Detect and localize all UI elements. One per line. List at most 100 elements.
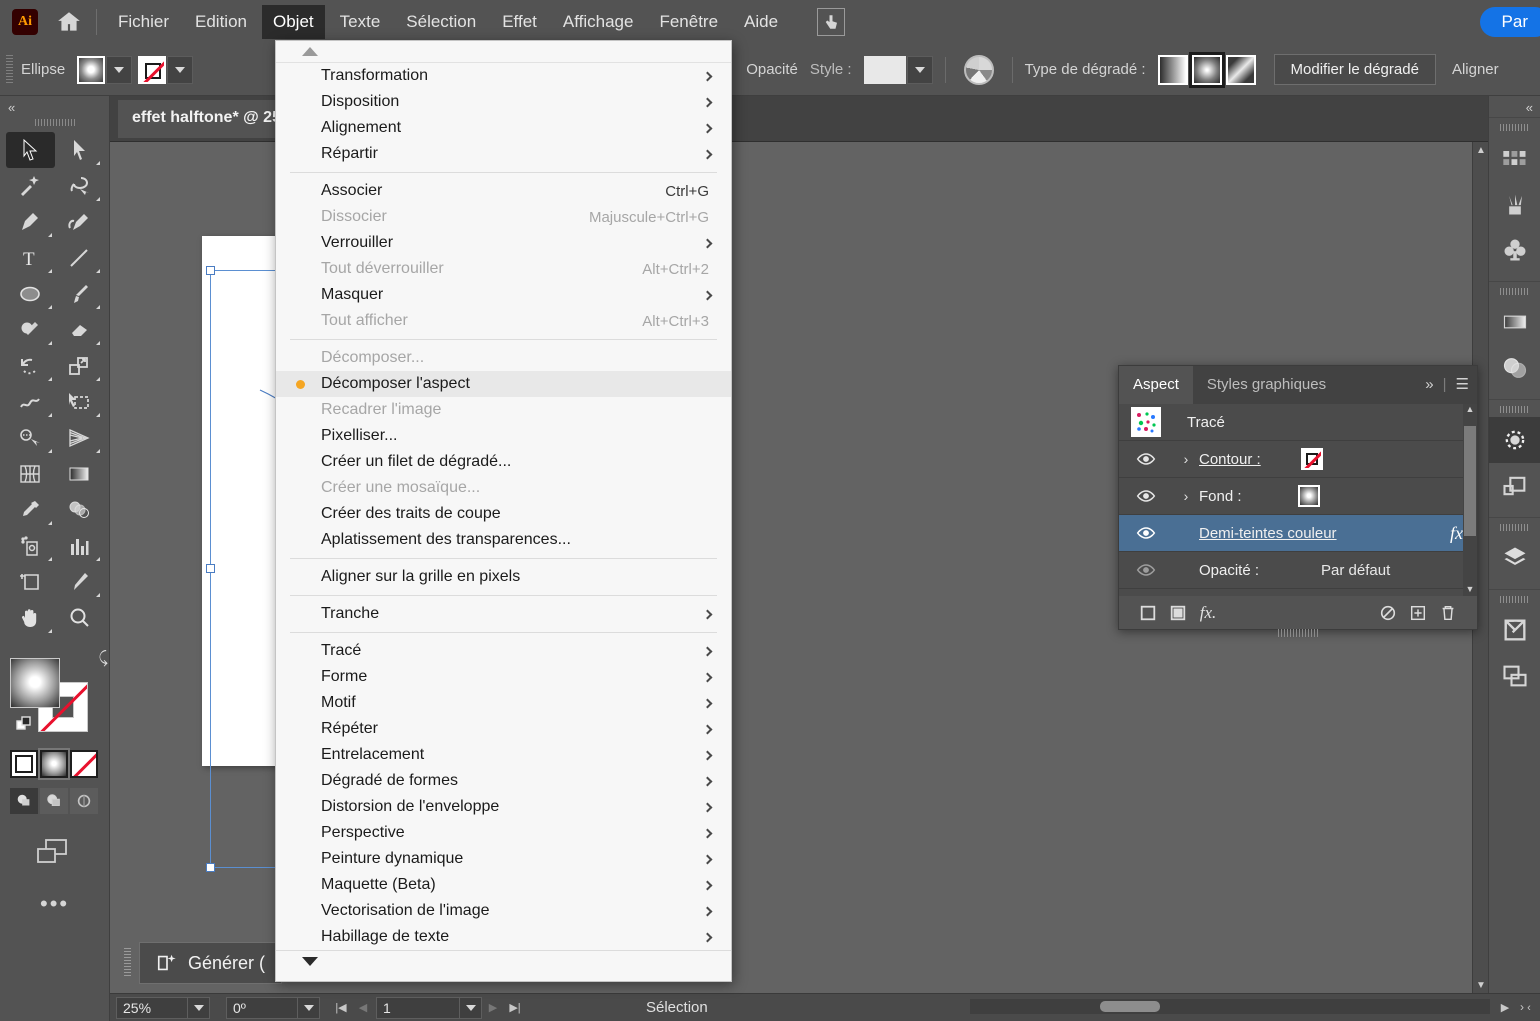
eraser-tool-icon[interactable]: [55, 312, 104, 348]
rotation-dropdown-button[interactable]: [298, 996, 320, 1019]
menu-item-vectorisation-de-l-image[interactable]: Vectorisation de l'image: [276, 898, 731, 924]
none-mode-button[interactable]: [70, 750, 98, 778]
generate-button[interactable]: Générer (: [139, 942, 283, 984]
control-bar-grip[interactable]: [6, 54, 13, 85]
stroke-row-swatch[interactable]: [1289, 444, 1335, 474]
menu-item-habillage-de-texte[interactable]: Habillage de texte: [276, 924, 731, 950]
fill-row[interactable]: › Fond :: [1119, 478, 1477, 515]
shaper-tool-icon[interactable]: [6, 312, 55, 348]
appearance-scrollbar[interactable]: ▲ ▼: [1463, 404, 1477, 596]
tab-styles-graphiques[interactable]: Styles graphiques: [1193, 366, 1340, 404]
add-new-effect-button[interactable]: fx.: [1193, 599, 1223, 627]
artboard-number-field[interactable]: 1: [376, 996, 460, 1019]
stroke-dropdown-button[interactable]: [167, 55, 194, 84]
pathfinder-panel-icon[interactable]: [1489, 463, 1540, 509]
lasso-tool-icon[interactable]: [55, 168, 104, 204]
stroke-row-label[interactable]: Contour :: [1199, 451, 1261, 468]
fill-visibility-icon[interactable]: [1119, 486, 1173, 506]
menu-effet[interactable]: Effet: [491, 5, 548, 39]
blend-tool-icon[interactable]: [55, 492, 104, 528]
menu-item-d-composer-l-aspect[interactable]: Décomposer l'aspect: [276, 371, 731, 397]
dock-group-5-grip[interactable]: [1499, 596, 1530, 603]
generate-toolbar-grip[interactable]: [124, 948, 131, 978]
menu-selection[interactable]: Sélection: [395, 5, 487, 39]
artboard-dropdown-button[interactable]: [460, 996, 482, 1019]
shape-builder-tool-icon[interactable]: [6, 420, 55, 456]
panel-menu-icon[interactable]: ☰: [1456, 375, 1469, 393]
brushes-panel-icon[interactable]: [1489, 181, 1540, 227]
fill-disclosure-icon[interactable]: ›: [1173, 488, 1199, 504]
draw-inside-button[interactable]: [70, 788, 98, 814]
draw-normal-button[interactable]: [10, 788, 38, 814]
gradient-panel-icon[interactable]: [1489, 299, 1540, 345]
status-text[interactable]: Sélection: [646, 999, 708, 1016]
scroll-down-icon[interactable]: ▼: [1473, 977, 1488, 993]
draw-behind-button[interactable]: [40, 788, 68, 814]
document-tab[interactable]: effet halftone* @ 25: [118, 100, 299, 138]
share-button[interactable]: Par: [1479, 7, 1540, 37]
menu-objet[interactable]: Objet: [262, 5, 325, 39]
perspective-grid-tool-icon[interactable]: [55, 420, 104, 456]
scroll-right-icon[interactable]: ›: [1520, 1000, 1524, 1014]
menu-item-r-p-ter[interactable]: Répéter: [276, 716, 731, 742]
opacity-visibility-icon[interactable]: [1119, 560, 1173, 580]
stroke-disclosure-icon[interactable]: ›: [1173, 451, 1199, 467]
menu-item-motif[interactable]: Motif: [276, 690, 731, 716]
dock-group-2-grip[interactable]: [1499, 288, 1530, 295]
dock-group-1-grip[interactable]: [1499, 124, 1530, 131]
freeform-gradient-button[interactable]: [1225, 54, 1256, 85]
last-artboard-icon[interactable]: ▶|: [504, 997, 526, 1019]
opacity-row-label[interactable]: Opacité :: [1199, 562, 1259, 579]
swatches-panel-icon[interactable]: [1489, 135, 1540, 181]
dock-group-3-grip[interactable]: [1499, 406, 1530, 413]
rotate-tool-icon[interactable]: [6, 348, 55, 384]
radial-gradient-button[interactable]: [1188, 51, 1225, 88]
stroke-row[interactable]: › Contour :: [1119, 441, 1477, 478]
curvature-tool-icon[interactable]: [55, 204, 104, 240]
line-segment-tool-icon[interactable]: [55, 240, 104, 276]
menu-item-aligner-sur-la-grille-en-pixels[interactable]: Aligner sur la grille en pixels: [276, 564, 731, 590]
artboard-tool-icon[interactable]: [6, 564, 55, 600]
mesh-tool-icon[interactable]: [6, 456, 55, 492]
appearance-panel-resize-grip[interactable]: [1278, 629, 1318, 637]
gradient-tool-icon[interactable]: [55, 456, 104, 492]
menu-fichier[interactable]: Fichier: [107, 5, 180, 39]
add-new-stroke-button[interactable]: [1133, 599, 1163, 627]
menu-item-alignement[interactable]: Alignement: [276, 115, 731, 141]
menu-item-cr-er-des-traits-de-coupe[interactable]: Créer des traits de coupe: [276, 501, 731, 527]
selection-tool-icon[interactable]: [6, 132, 55, 168]
tab-aspect[interactable]: Aspect: [1119, 366, 1193, 404]
magic-wand-tool-icon[interactable]: [6, 168, 55, 204]
menu-item-verrouiller[interactable]: Verrouiller: [276, 230, 731, 256]
horizontal-scroll-thumb[interactable]: [1100, 1001, 1160, 1012]
scroll-up-icon[interactable]: ▲: [1473, 142, 1488, 158]
opacity-row[interactable]: Opacité : Par défaut: [1119, 552, 1477, 589]
menu-item-distorsion-de-l-enveloppe[interactable]: Distorsion de l'enveloppe: [276, 794, 731, 820]
stroke-swatch[interactable]: [138, 55, 167, 84]
gradient-mode-button[interactable]: [38, 748, 70, 780]
zoom-dropdown-button[interactable]: [188, 996, 210, 1019]
add-new-fill-button[interactable]: [1163, 599, 1193, 627]
rotation-field[interactable]: 0º: [226, 996, 298, 1019]
fill-swatch-control[interactable]: [77, 55, 133, 84]
direct-selection-tool-icon[interactable]: [55, 132, 104, 168]
collapse-dock-button[interactable]: «: [1489, 96, 1540, 117]
menu-item-entrelacement[interactable]: Entrelacement: [276, 742, 731, 768]
menu-item-forme[interactable]: Forme: [276, 664, 731, 690]
first-artboard-icon[interactable]: |◀: [330, 997, 352, 1019]
slice-tool-icon[interactable]: [55, 564, 104, 600]
menu-affichage[interactable]: Affichage: [552, 5, 645, 39]
menu-aide[interactable]: Aide: [733, 5, 789, 39]
column-graph-tool-icon[interactable]: [55, 528, 104, 564]
export-panel-icon[interactable]: [1489, 607, 1540, 653]
appearance-scroll-thumb[interactable]: [1464, 426, 1476, 536]
menu-item-perspective[interactable]: Perspective: [276, 820, 731, 846]
free-transform-tool-icon[interactable]: [55, 384, 104, 420]
previous-artboard-icon[interactable]: ◀: [352, 997, 374, 1019]
pen-tool-icon[interactable]: [6, 204, 55, 240]
canvas-horizontal-scrollbar[interactable]: [970, 999, 1490, 1014]
menu-item-tranche[interactable]: Tranche: [276, 601, 731, 627]
effect-fx-icon[interactable]: fx: [1450, 523, 1463, 544]
zoom-tool-icon[interactable]: [55, 600, 104, 636]
effect-visibility-icon[interactable]: [1119, 523, 1173, 543]
